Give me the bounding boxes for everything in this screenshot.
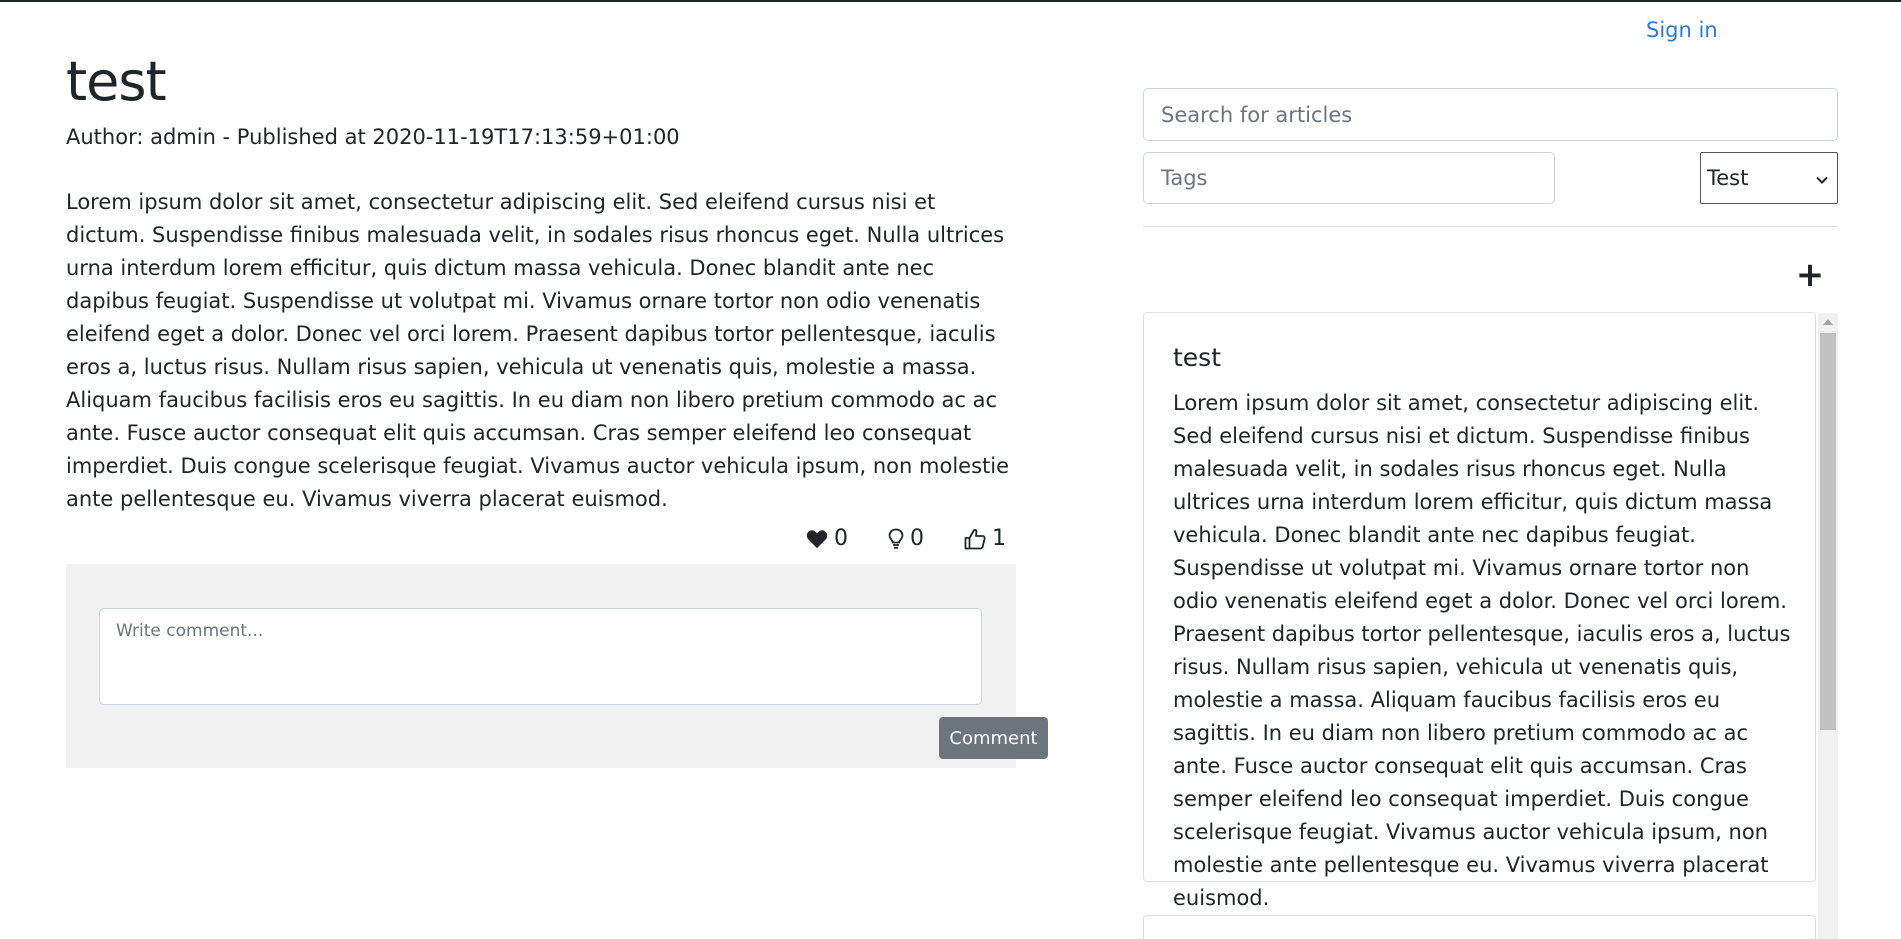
article-card[interactable] (1143, 915, 1816, 939)
category-select[interactable]: Test (1700, 152, 1838, 204)
article-title: test (66, 50, 167, 113)
scrollbar[interactable] (1818, 313, 1838, 939)
article-card-title: test (1173, 343, 1222, 372)
article-list: test Lorem ipsum dolor sit amet, consect… (1143, 312, 1838, 939)
article-card[interactable]: test Lorem ipsum dolor sit amet, consect… (1143, 312, 1816, 910)
heart-icon (806, 529, 828, 549)
comment-button[interactable]: Comment (939, 717, 1048, 759)
reactions-bar: 0 0 1 (66, 526, 1016, 551)
thumbs-up-icon (964, 528, 986, 550)
upvote-reaction[interactable]: 1 (964, 526, 1006, 551)
like-count: 0 (834, 526, 848, 551)
sidebar-divider (1143, 226, 1838, 227)
idea-reaction[interactable]: 0 (888, 526, 924, 551)
chevron-down-icon (1815, 166, 1829, 190)
search-input[interactable] (1143, 88, 1838, 141)
comment-input[interactable] (99, 608, 982, 705)
upvote-count: 1 (992, 526, 1006, 551)
article-card-body: Lorem ipsum dolor sit amet, consectetur … (1173, 391, 1791, 910)
comment-section: Comment (66, 564, 1048, 768)
idea-count: 0 (910, 526, 924, 551)
lightbulb-icon (888, 528, 904, 550)
scroll-up-arrow-icon[interactable] (1823, 319, 1833, 325)
tags-input[interactable] (1143, 152, 1555, 204)
category-select-value: Test (1707, 166, 1749, 190)
scrollbar-thumb[interactable] (1820, 333, 1836, 730)
plus-icon: + (1795, 255, 1825, 295)
add-article-button[interactable]: + (1795, 258, 1825, 292)
like-reaction[interactable]: 0 (806, 526, 848, 551)
article-meta: Author: admin - Published at 2020-11-19T… (66, 125, 680, 149)
article-body: Lorem ipsum dolor sit amet, consectetur … (66, 190, 1010, 511)
article: test Author: admin - Published at 2020-1… (66, 50, 1016, 551)
sign-in-link[interactable]: Sign in (1646, 18, 1718, 42)
top-border (0, 0, 1901, 2)
